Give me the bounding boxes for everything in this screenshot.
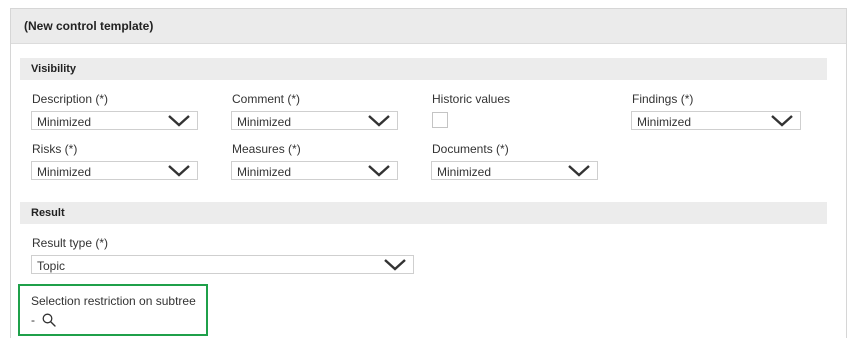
chevron-down-icon: [384, 259, 406, 271]
description-select[interactable]: Minimized: [31, 111, 198, 130]
result-type-label: Result type (*): [32, 236, 109, 250]
measures-label: Measures (*): [232, 142, 301, 156]
measures-select-value: Minimized: [237, 165, 292, 179]
result-type-select[interactable]: Topic: [31, 255, 414, 274]
risks-label: Risks (*): [32, 142, 78, 156]
visibility-section-title: Visibility: [31, 63, 77, 75]
risks-select-value: Minimized: [37, 165, 92, 179]
panel-header: (New control template): [11, 9, 846, 44]
panel-title: (New control template): [24, 19, 154, 33]
selection-restriction-label: Selection restriction on subtree: [31, 294, 196, 308]
findings-label: Findings (*): [632, 92, 694, 106]
result-section-header: Result: [20, 202, 827, 224]
measures-select[interactable]: Minimized: [231, 161, 398, 180]
comment-select-value: Minimized: [237, 115, 292, 129]
chevron-down-icon: [168, 165, 190, 177]
result-section-title: Result: [31, 207, 65, 219]
chevron-down-icon: [568, 165, 590, 177]
documents-label: Documents (*): [432, 142, 509, 156]
visibility-section-header: Visibility: [20, 58, 827, 80]
findings-select-value: Minimized: [637, 115, 692, 129]
comment-select[interactable]: Minimized: [231, 111, 398, 130]
selection-restriction-value: -: [31, 313, 35, 327]
chevron-down-icon: [368, 115, 390, 127]
description-select-value: Minimized: [37, 115, 92, 129]
documents-select-value: Minimized: [437, 165, 492, 179]
selection-restriction-highlight: Selection restriction on subtree -: [18, 284, 208, 336]
chevron-down-icon: [368, 165, 390, 177]
description-label: Description (*): [32, 92, 109, 106]
documents-select[interactable]: Minimized: [431, 161, 598, 180]
findings-select[interactable]: Minimized: [631, 111, 801, 130]
chevron-down-icon: [771, 115, 793, 127]
search-icon[interactable]: [42, 313, 56, 327]
historic-values-checkbox[interactable]: [432, 112, 448, 128]
chevron-down-icon: [168, 115, 190, 127]
result-type-select-value: Topic: [37, 259, 66, 273]
comment-label: Comment (*): [232, 92, 301, 106]
historic-values-label: Historic values: [432, 92, 511, 106]
risks-select[interactable]: Minimized: [31, 161, 198, 180]
